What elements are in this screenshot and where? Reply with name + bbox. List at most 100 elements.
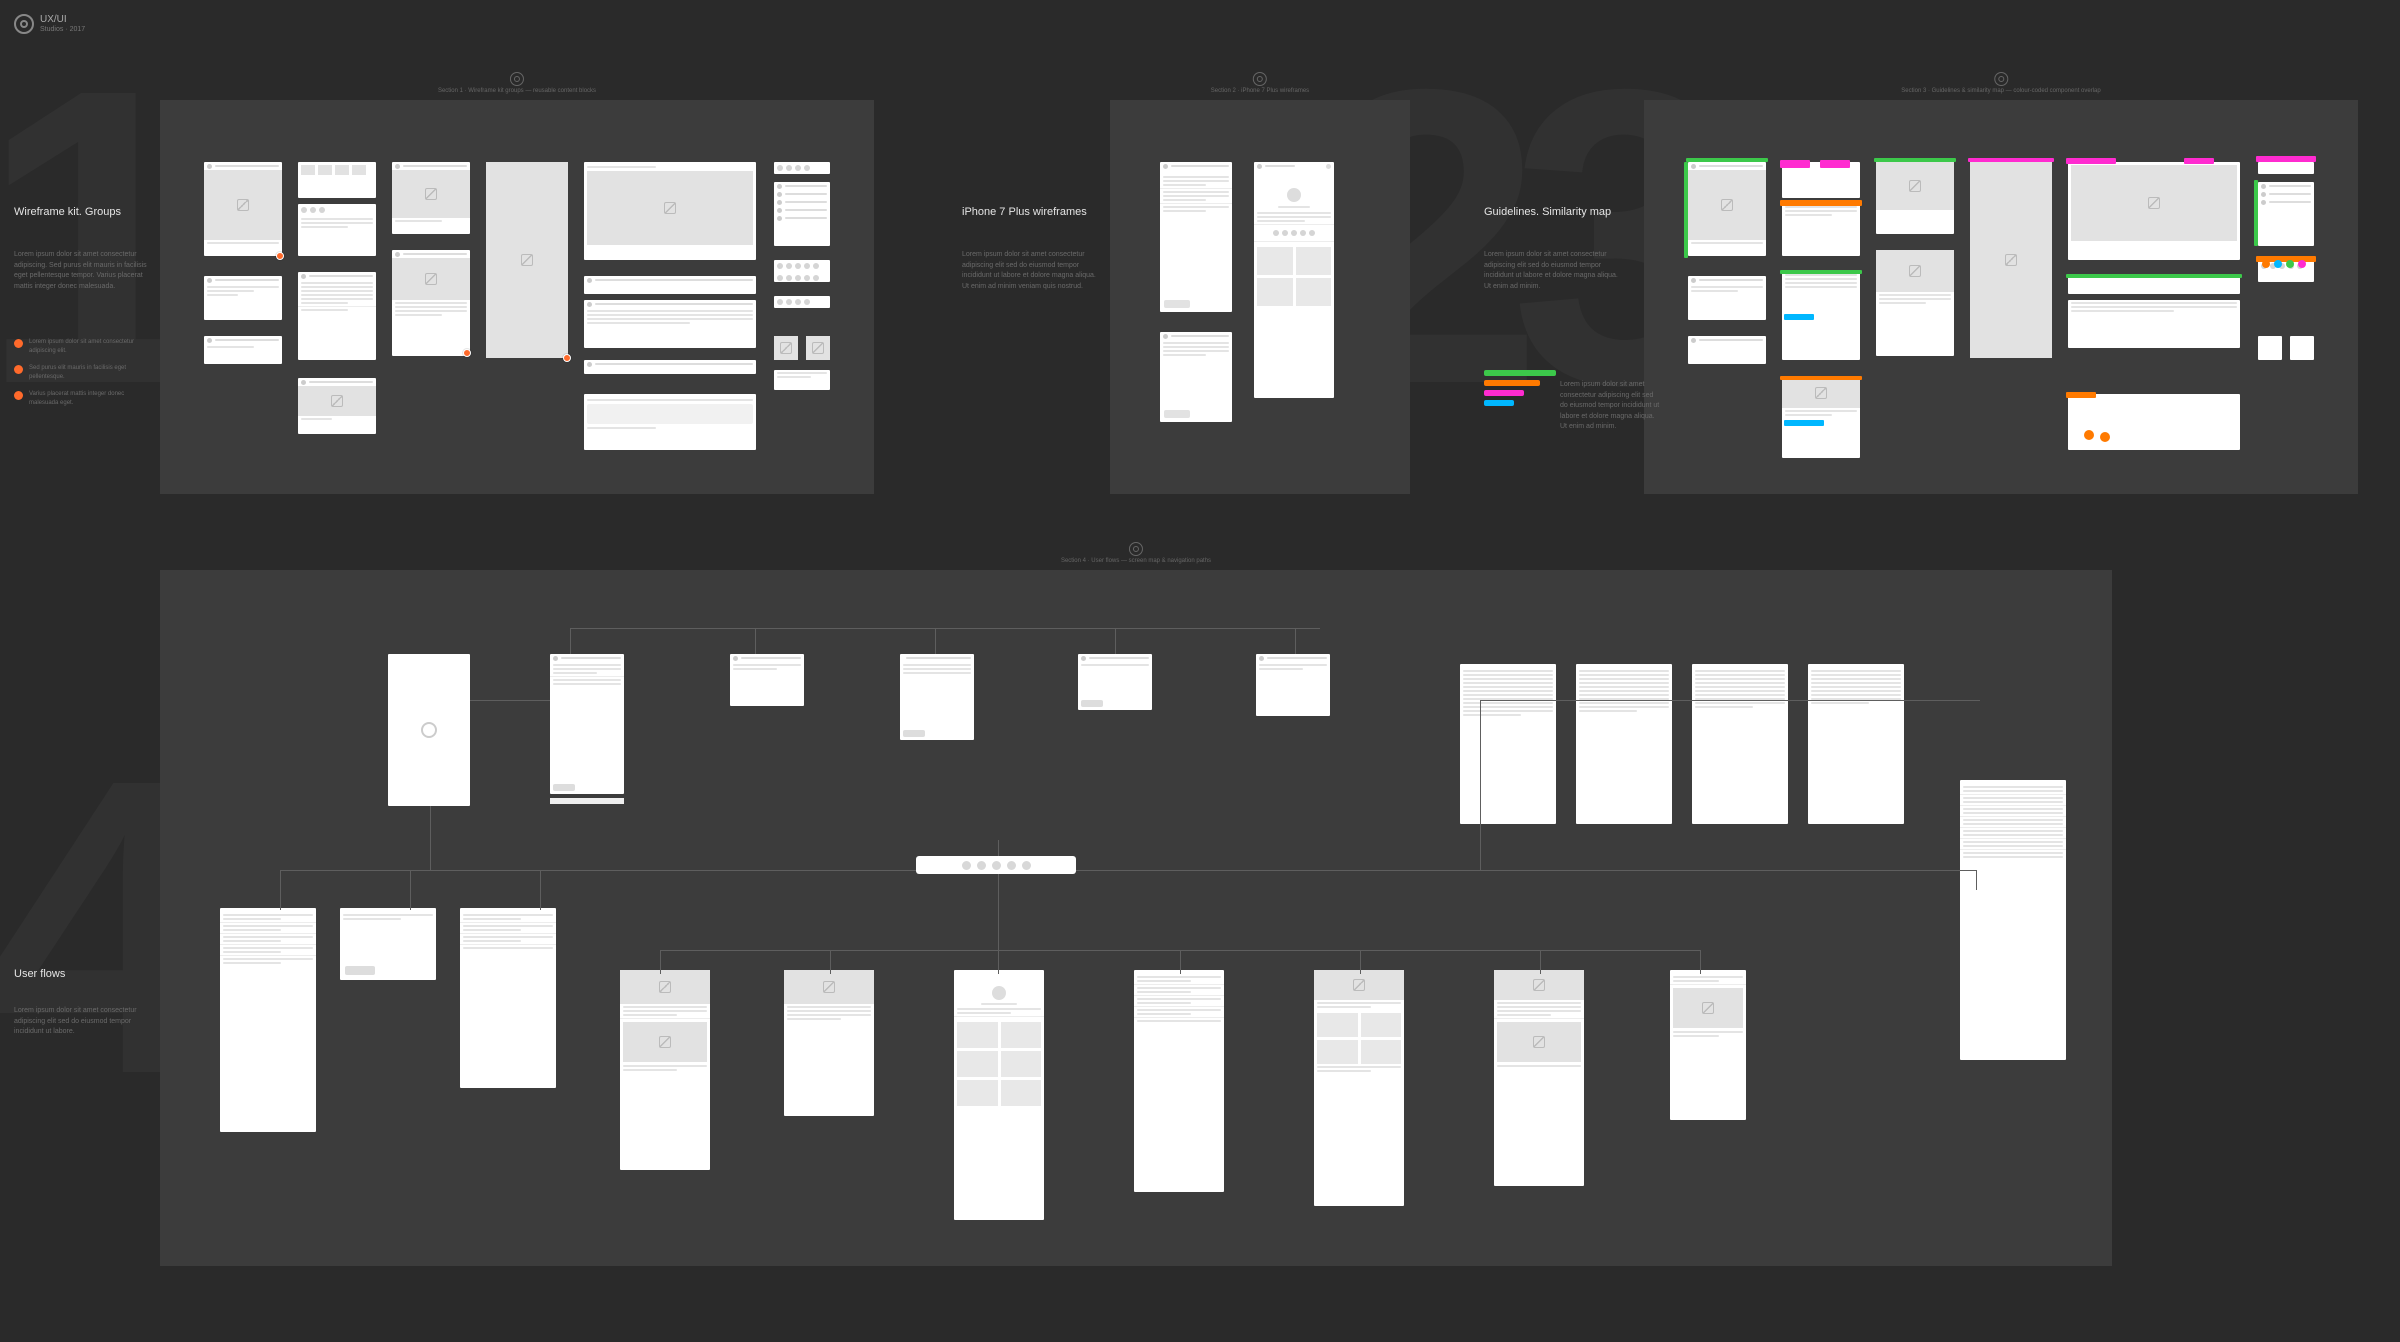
annotation-dot-icon: [463, 349, 471, 357]
hl-green: [1686, 158, 1768, 162]
bullet-dot-icon: [14, 391, 23, 400]
wf-paragraph: [584, 300, 756, 348]
hl-green: [2066, 274, 2242, 278]
hl-blue: [1784, 420, 1824, 426]
flow-screen-splash: [388, 654, 470, 806]
flow-line: [540, 870, 541, 910]
wf-text-block: [298, 204, 376, 256]
wf-thumb: [2290, 336, 2314, 360]
artboard-similarity-map: Section 3 · Guidelines & similarity map …: [1644, 100, 2358, 494]
hub-dot-icon: [1022, 861, 1031, 870]
bullet-dot-icon: [14, 365, 23, 374]
section1-bullet-3: Varius placerat mattis integer donec mal…: [14, 390, 149, 408]
hl-pink: [1968, 158, 2054, 162]
flow-line: [470, 700, 550, 701]
similarity-bar-pink: [1484, 390, 1524, 396]
flow-screen-form: [220, 908, 316, 1132]
wf-tall-image: [1970, 162, 2052, 358]
wf-image-text: [392, 250, 470, 356]
phone-screen: [1160, 332, 1232, 422]
flow-screen-article: [620, 970, 710, 1170]
similarity-bar-green: [1484, 370, 1556, 376]
wf-comment: [204, 336, 282, 364]
flow-line: [1295, 628, 1296, 654]
flow-screen-list: [1960, 780, 2066, 1060]
section1-desc: Lorem ipsum dolor sit amet consectetur a…: [14, 250, 149, 292]
flow-line: [570, 628, 571, 654]
flow-screen-modal: [730, 654, 804, 706]
flow-screen-article: [1494, 970, 1584, 1186]
hl-pink: [1820, 160, 1850, 168]
flow-screen-text: [1692, 664, 1788, 824]
hl-pink: [2066, 158, 2116, 164]
section1-bullet-2: Sed purus elit mauris in facilisis eget …: [14, 364, 149, 382]
wf-image-card: [1876, 162, 1954, 234]
artboard-label: Section 3 · Guidelines & similarity map …: [1901, 88, 2100, 94]
wf-article-block: [298, 272, 376, 360]
hl-green: [1780, 270, 1862, 274]
flow-screen-gallery: [954, 970, 1044, 1220]
wf-hero: [584, 162, 756, 260]
wf-input-block: [584, 394, 756, 450]
hl-dot: [2298, 260, 2306, 268]
similarity-bar-blue: [1484, 400, 1514, 406]
flow-screen-article: [784, 970, 874, 1116]
flow-line: [1700, 950, 1701, 974]
flow-screen-feed: [1134, 970, 1224, 1192]
flow-line: [410, 870, 411, 910]
wf-list-small: [774, 182, 830, 246]
hl-orange: [1780, 200, 1862, 206]
hl-dot: [2286, 260, 2294, 268]
bullet-dot-icon: [14, 339, 23, 348]
wf-mini-card: [1782, 378, 1860, 458]
wf-paragraph: [2068, 300, 2240, 348]
hl-blue: [1784, 314, 1814, 320]
wf-meta: [584, 360, 756, 374]
artboard-iphone-wireframes: Section 2 · iPhone 7 Plus wireframes: [1110, 100, 1410, 494]
flow-line: [755, 628, 756, 654]
spiral-icon: [1994, 72, 2008, 86]
flow-line: [998, 870, 999, 910]
hub-dot-icon: [977, 861, 986, 870]
wf-button-block: [774, 370, 830, 390]
hl-orange: [1780, 376, 1862, 380]
flow-line: [430, 806, 431, 870]
artboard-header: Section 1 · Wireframe kit groups — reusa…: [438, 72, 596, 94]
hub-dot-icon: [962, 861, 971, 870]
flow-line: [1115, 628, 1116, 654]
artboard-label: Section 4 · User flows — screen map & na…: [1061, 558, 1211, 564]
hub-dot-icon: [1007, 861, 1016, 870]
bullet-text: Varius placerat mattis integer donec mal…: [29, 390, 149, 408]
spiral-icon: [1253, 72, 1267, 86]
hl-dot: [2084, 430, 2094, 440]
section3-desc: Lorem ipsum dolor sit amet consectetur a…: [1484, 250, 1619, 292]
artboard-label: Section 1 · Wireframe kit groups — reusa…: [438, 88, 596, 94]
wf-grid-block: [298, 162, 376, 198]
artboard-label: Section 2 · iPhone 7 Plus wireframes: [1211, 88, 1309, 94]
flow-screen-card: [1670, 970, 1746, 1120]
artboard-wireframe-kit: Section 1 · Wireframe kit groups — reusa…: [160, 100, 874, 494]
hl-orange: [2066, 392, 2096, 398]
flow-line: [998, 910, 999, 951]
bullet-text: Sed purus elit mauris in facilisis eget …: [29, 364, 149, 382]
flow-line: [280, 870, 281, 910]
flow-line: [660, 950, 661, 974]
flow-screen-feed-cards: [1314, 970, 1404, 1206]
section1-title: Wireframe kit. Groups: [14, 206, 121, 218]
artboard-header: Section 2 · iPhone 7 Plus wireframes: [1211, 72, 1309, 94]
section2-title: iPhone 7 Plus wireframes: [962, 206, 1087, 218]
wf-text-block: [1782, 204, 1860, 256]
hl-dot: [2274, 260, 2282, 268]
flow-screen-text: [1576, 664, 1672, 824]
section4-title: User flows: [14, 968, 65, 980]
flow-screen-input: [340, 908, 436, 980]
wf-tag-row: [2258, 162, 2314, 174]
flow-line: [1180, 950, 1181, 974]
flow-screen-wizard: [550, 654, 624, 794]
flow-line: [935, 628, 936, 654]
wf-mini-card: [298, 378, 376, 434]
flow-screen-modal: [1256, 654, 1330, 716]
hl-green: [1684, 162, 1688, 258]
wf-thumb: [2258, 336, 2282, 360]
wf-card: [1688, 162, 1766, 256]
